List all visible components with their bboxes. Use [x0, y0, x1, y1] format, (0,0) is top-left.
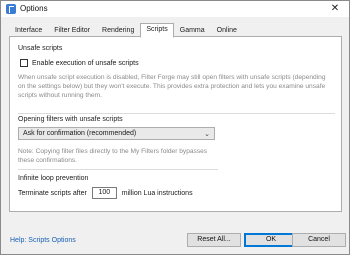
title-bar: Options ✕	[1, 1, 349, 17]
scripts-panel: Unsafe scripts Enable execution of unsaf…	[9, 36, 342, 212]
tab-strip: Interface Filter Editor Rendering Script…	[9, 23, 243, 38]
reset-all-button[interactable]: Reset All...	[187, 233, 241, 247]
help-link[interactable]: Help: Scripts Options	[10, 237, 76, 244]
chevron-down-icon: ⌄	[204, 131, 210, 138]
ok-button[interactable]: OK	[244, 233, 298, 247]
unsafe-scripts-title: Unsafe scripts	[18, 45, 63, 52]
infinite-loop-group: Infinite loop prevention Terminate scrip…	[18, 175, 218, 205]
terminate-prefix: Terminate scripts after	[18, 189, 87, 197]
close-icon[interactable]: ✕	[325, 2, 345, 16]
tab-scripts[interactable]: Scripts	[140, 23, 174, 38]
window-title: Options	[20, 4, 48, 13]
terminate-row: Terminate scripts after 100 million Lua …	[18, 187, 193, 199]
opening-filters-select[interactable]: Ask for confirmation (recommended) ⌄	[18, 127, 215, 140]
cancel-button[interactable]: Cancel	[292, 233, 346, 247]
terminate-suffix: million Lua instructions	[121, 189, 193, 197]
unsafe-scripts-group: Unsafe scripts Enable execution of unsaf…	[18, 45, 335, 114]
infinite-loop-title: Infinite loop prevention	[18, 175, 89, 182]
options-dialog: Options ✕ Interface Filter Editor Render…	[0, 0, 350, 255]
unsafe-scripts-description: When unsafe script execution is disabled…	[18, 74, 326, 99]
opening-filters-group: Opening filters with unsafe scripts Ask …	[18, 116, 218, 170]
app-icon	[6, 4, 16, 14]
opening-filters-selected: Ask for confirmation (recommended)	[23, 130, 137, 137]
enable-unsafe-checkbox[interactable]	[20, 59, 28, 67]
enable-unsafe-label[interactable]: Enable execution of unsafe scripts	[32, 60, 139, 67]
enable-unsafe-row[interactable]: Enable execution of unsafe scripts	[20, 59, 139, 67]
opening-filters-title: Opening filters with unsafe scripts	[18, 116, 123, 123]
opening-filters-note: Note: Copying filter files directly to t…	[18, 148, 208, 164]
instruction-limit-input[interactable]: 100	[91, 187, 117, 199]
